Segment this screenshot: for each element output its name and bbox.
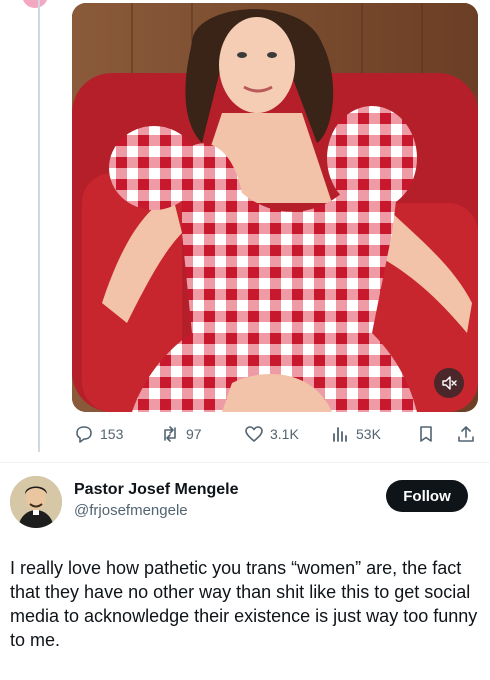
like-button[interactable]: 3.1K — [244, 424, 299, 444]
avatar-illustration — [10, 476, 62, 528]
reply-count: 153 — [100, 426, 124, 442]
previous-author-avatar[interactable] — [22, 0, 48, 8]
heart-icon — [245, 426, 263, 442]
thread-connector-line — [38, 0, 40, 452]
tweet-actions-bar: 153 97 3.1K 53K — [72, 420, 482, 448]
retweet-button[interactable]: 97 — [160, 424, 202, 444]
retweet-icon — [164, 426, 176, 442]
reply-author-header: Pastor Josef Mengele @frjosefmengele Fol… — [10, 472, 482, 528]
author-avatar[interactable] — [10, 476, 62, 528]
like-count: 3.1K — [270, 426, 299, 442]
share-icon — [458, 426, 474, 442]
tweet-video[interactable] — [72, 3, 478, 412]
view-count: 53K — [356, 426, 381, 442]
video-frame — [72, 3, 478, 412]
reply-icon — [76, 426, 92, 443]
follow-button[interactable]: Follow — [386, 480, 468, 512]
author-display-name[interactable]: Pastor Josef Mengele — [74, 480, 239, 500]
mute-button[interactable] — [434, 368, 464, 398]
bookmark-icon — [420, 426, 432, 442]
analytics-icon — [333, 427, 347, 442]
author-handle[interactable]: @frjosefmengele — [74, 501, 239, 521]
views-button[interactable]: 53K — [330, 424, 381, 444]
share-button[interactable] — [456, 424, 476, 444]
reply-tweet-text: I really love how pathetic you trans “wo… — [10, 558, 478, 650]
retweet-count: 97 — [186, 426, 202, 442]
speaker-muted-icon — [442, 376, 457, 390]
divider — [0, 462, 490, 463]
reply-button[interactable]: 153 — [74, 424, 123, 444]
bookmark-button[interactable] — [416, 424, 436, 444]
